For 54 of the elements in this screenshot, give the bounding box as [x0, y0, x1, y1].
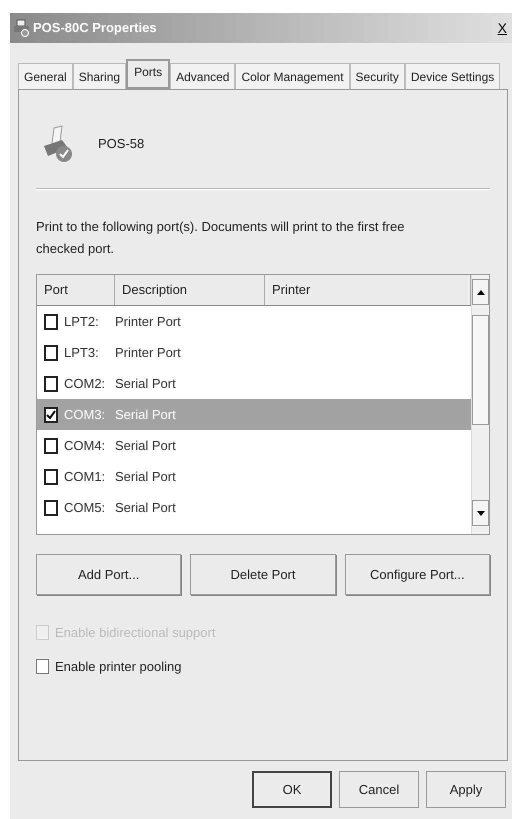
scroll-down-icon[interactable]	[472, 500, 489, 526]
dialog-button[interactable]: OK	[252, 771, 332, 808]
tab[interactable]: General	[18, 63, 73, 89]
tab[interactable]: Device Settings	[404, 63, 500, 89]
column-header[interactable]: Description	[115, 275, 265, 305]
port-name: COM2:	[64, 374, 106, 393]
list-row[interactable]: COM5: Serial Port	[37, 492, 471, 523]
dialog-button[interactable]: Apply	[426, 771, 506, 808]
list-row[interactable]: LPT3: Printer Port	[37, 337, 471, 368]
tab[interactable]: Advanced	[170, 63, 236, 89]
tab[interactable]: Ports	[126, 59, 170, 89]
dialog-button[interactable]: Cancel	[339, 771, 419, 808]
checkbox[interactable]	[44, 468, 58, 484]
tab[interactable]: Security	[350, 63, 405, 89]
port-description: Serial Port	[115, 498, 176, 517]
printer-icon	[13, 19, 31, 37]
port-button[interactable]: Add Port...	[36, 554, 182, 595]
checkbox[interactable]	[36, 658, 49, 674]
port-description: Printer Port	[115, 344, 181, 362]
printer-name: POS-58	[98, 135, 144, 154]
checkbox[interactable]	[44, 438, 58, 454]
close-button[interactable]: X	[496, 18, 509, 38]
list-row[interactable]: LPT2: Printer Port	[37, 306, 471, 337]
checkbox[interactable]	[44, 344, 58, 360]
checkbox[interactable]	[44, 376, 58, 392]
port-button[interactable]: Configure Port...	[344, 554, 490, 595]
scrollbar[interactable]	[471, 275, 489, 534]
scroll-up-icon[interactable]	[472, 279, 489, 305]
port-name: LPT3:	[64, 344, 100, 362]
checkbox[interactable]	[44, 314, 58, 330]
list-row[interactable]: COM1: Serial Port	[37, 461, 471, 492]
list-row[interactable]: COM4: Serial Port	[37, 430, 471, 461]
list-row[interactable]: COM2: Serial Port	[37, 368, 471, 399]
port-description: Serial Port	[115, 468, 176, 486]
port-name: LPT2:	[64, 312, 100, 331]
printer-icon	[42, 124, 74, 164]
port-name: COM4:	[64, 436, 106, 455]
checkbox-label: Enable printer pooling	[55, 658, 182, 676]
port-description: Printer Port	[115, 312, 181, 331]
port-description: Serial Port	[115, 436, 176, 455]
port-name: COM1:	[64, 468, 106, 486]
checkbox[interactable]	[44, 500, 58, 516]
window-title: POS-80C Properties	[33, 19, 157, 38]
scroll-thumb[interactable]	[472, 315, 489, 425]
tab[interactable]: Color Management	[235, 63, 350, 89]
port-description: Serial Port	[115, 406, 176, 424]
port-button[interactable]: Delete Port	[190, 554, 336, 595]
port-name: COM3:	[64, 406, 106, 424]
column-header[interactable]: Port	[37, 275, 115, 305]
checkbox[interactable]	[44, 406, 58, 422]
port-name: COM5:	[64, 498, 106, 517]
port-description: Serial Port	[115, 374, 176, 393]
instructions-text: Print to the following port(s). Documents will print to the first free checked port.	[36, 218, 406, 258]
tab[interactable]: Sharing	[72, 63, 126, 89]
